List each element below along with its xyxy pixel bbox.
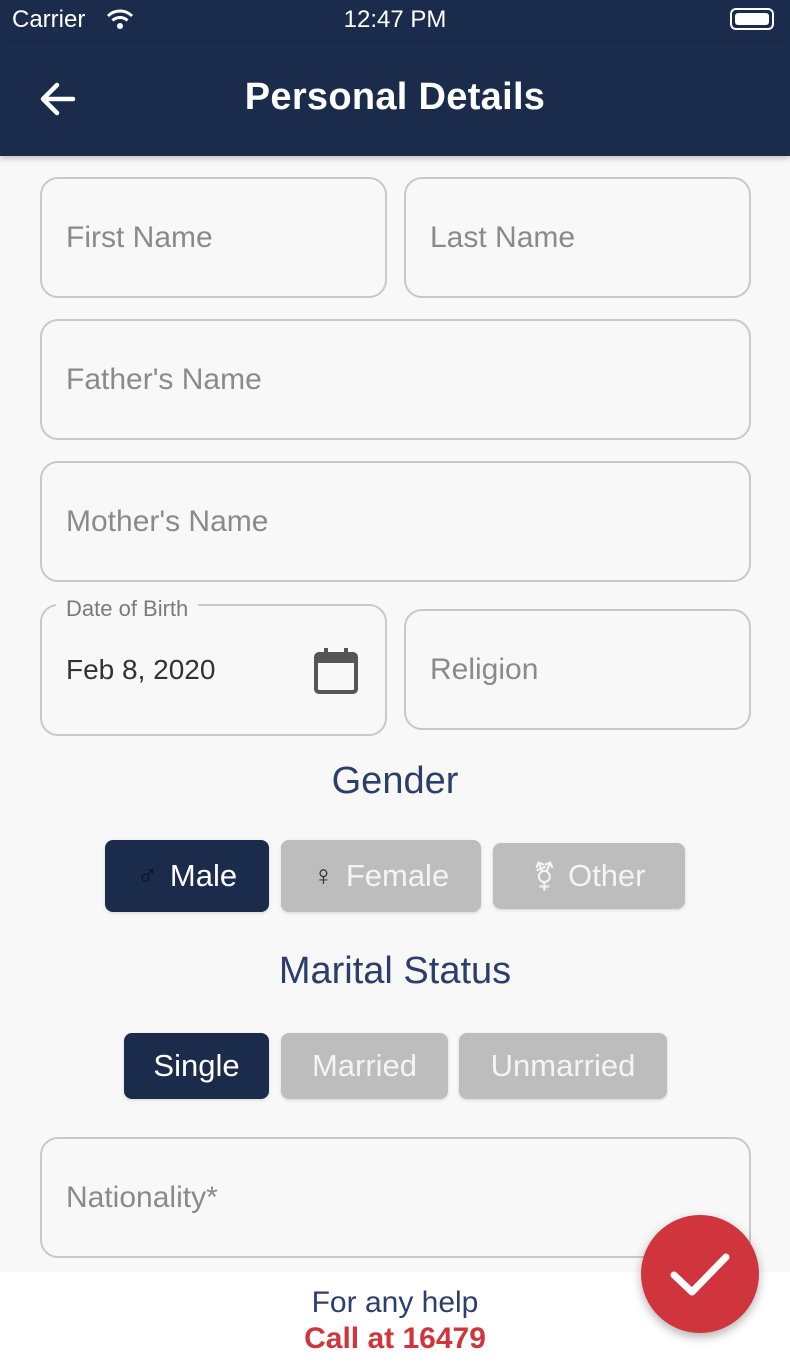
gender-other-label: Other [567,858,646,893]
gender-male-label: Male [169,858,238,893]
status-bar: Carrier 12:47 PM [0,0,790,42]
date-of-birth-field[interactable]: Feb 8, 2020 [40,604,387,736]
gender-title: Gender [331,760,459,802]
marital-married-label: Married [311,1048,418,1083]
first-name-field[interactable]: First Name [40,177,387,298]
call-link[interactable]: Call at 16479 [0,1322,790,1356]
date-of-birth-value: Feb 8, 2020 [66,654,216,685]
date-of-birth-label: Date of Birth [56,596,199,622]
religion-field[interactable]: Religion [404,609,751,730]
last-name-placeholder: Last Name [430,220,576,254]
marital-single-button[interactable]: Single [124,1033,269,1099]
gender-other-button[interactable]: ⚧ Other [493,843,685,909]
marital-unmarried-button[interactable]: Unmarried [459,1033,667,1099]
submit-button[interactable] [641,1215,759,1333]
gender-female-button[interactable]: ♀ Female [281,840,481,912]
female-icon: ♀ [312,860,334,891]
marital-unmarried-label: Unmarried [490,1048,636,1083]
battery-icon [730,8,774,30]
page-title: Personal Details [244,76,546,118]
app-bar: Personal Details [0,42,790,156]
mother-name-placeholder: Mother's Name [66,504,269,538]
last-name-field[interactable]: Last Name [404,177,751,298]
marital-status-title: Marital Status [278,950,512,992]
check-icon [670,1253,730,1296]
transgender-icon: ⚧ [532,860,556,892]
gender-male-button[interactable]: ♂ Male [105,840,269,912]
status-time: 12:47 PM [343,6,447,33]
father-name-placeholder: Father's Name [66,362,262,396]
nationality-placeholder: Nationality* [66,1180,218,1214]
marital-married-button[interactable]: Married [281,1033,448,1099]
male-icon: ♂ [136,860,158,891]
religion-placeholder: Religion [430,652,539,686]
gender-female-label: Female [345,858,450,893]
mother-name-field[interactable]: Mother's Name [40,461,751,582]
nationality-field[interactable]: Nationality* [40,1137,751,1258]
father-name-field[interactable]: Father's Name [40,319,751,440]
first-name-placeholder: First Name [66,220,213,254]
marital-single-label: Single [153,1048,240,1083]
calendar-icon[interactable] [313,646,359,696]
